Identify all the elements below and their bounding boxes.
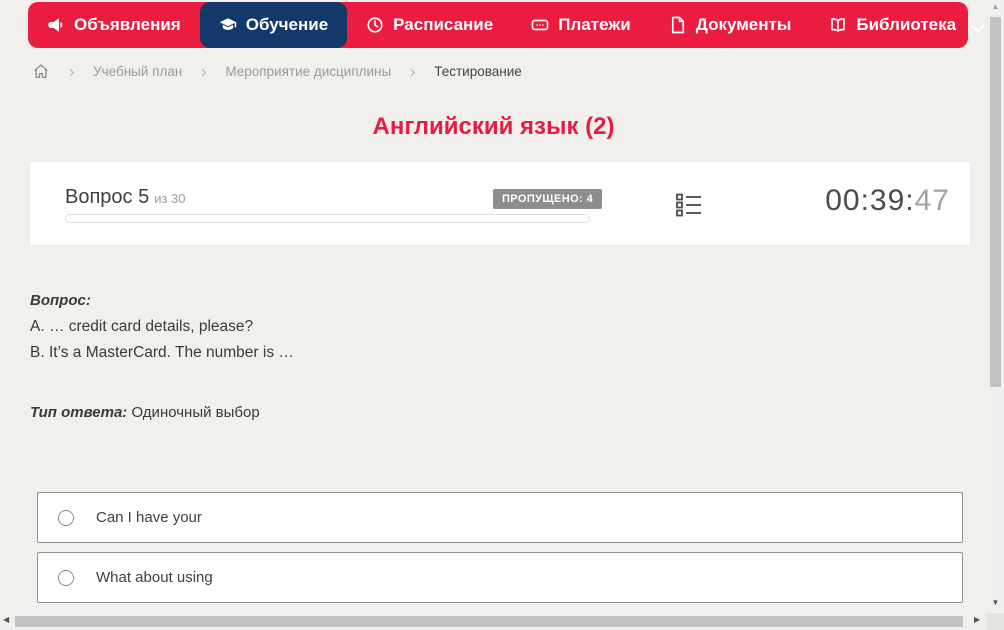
nav-item-label: Расписание bbox=[393, 15, 493, 35]
question-list-icon[interactable] bbox=[676, 193, 702, 217]
breadcrumb-item-curriculum[interactable]: Учебный план bbox=[93, 64, 182, 79]
answer-option-label: What about using bbox=[96, 569, 213, 586]
scroll-right-arrow-icon[interactable]: ▶ bbox=[974, 615, 980, 624]
nav-item-documents[interactable]: Документы bbox=[650, 2, 811, 48]
vertical-scrollbar-thumb[interactable] bbox=[990, 17, 1001, 387]
home-icon[interactable] bbox=[32, 62, 50, 80]
question-count-label: из 30 bbox=[154, 191, 185, 206]
question-header-panel: Вопрос 5 из 30 ПРОПУЩЕНО: 4 00:39:47 bbox=[30, 162, 970, 245]
megaphone-icon bbox=[47, 16, 65, 34]
question-number-label: Вопрос 5 bbox=[65, 186, 149, 208]
vertical-scrollbar[interactable]: ▲ ▼ bbox=[987, 0, 1004, 613]
chevron-right-icon bbox=[198, 66, 209, 77]
breadcrumb: Учебный план Мероприятие дисциплины Тест… bbox=[32, 62, 522, 80]
timer: 00:39:47 bbox=[825, 184, 950, 218]
question-dialog-line: A. … credit card details, please? bbox=[30, 318, 253, 336]
nav-item-label: Объявления bbox=[74, 15, 181, 35]
radio-button[interactable] bbox=[58, 510, 74, 526]
nav-item-library[interactable]: Библиотека bbox=[810, 2, 999, 48]
radio-button[interactable] bbox=[58, 570, 74, 586]
horizontal-scrollbar-thumb[interactable] bbox=[15, 616, 963, 627]
answer-type-value: Одиночный выбор bbox=[131, 404, 259, 421]
timer-hours-minutes: 00:39: bbox=[825, 184, 914, 217]
clock-icon bbox=[366, 16, 384, 34]
open-book-icon bbox=[829, 16, 847, 34]
chevron-right-icon bbox=[66, 66, 77, 77]
banknote-icon bbox=[531, 16, 549, 34]
nav-item-education[interactable]: Обучение bbox=[200, 2, 347, 48]
graduation-cap-icon bbox=[219, 16, 237, 34]
scroll-left-arrow-icon[interactable]: ◀ bbox=[3, 615, 9, 624]
page-title: Английский язык (2) bbox=[0, 113, 987, 141]
chevron-down-icon bbox=[969, 20, 980, 31]
question-progress-bar bbox=[65, 214, 590, 223]
scrollbar-corner bbox=[987, 613, 1004, 630]
chevron-right-icon bbox=[407, 66, 418, 77]
main-navbar: Объявления Обучение Расписание Платежи Д… bbox=[28, 2, 968, 48]
nav-item-label: Обучение bbox=[246, 15, 328, 35]
nav-item-payments[interactable]: Платежи bbox=[512, 2, 650, 48]
nav-item-label: Документы bbox=[696, 15, 792, 35]
document-icon bbox=[669, 16, 687, 34]
answer-option[interactable]: Can I have your bbox=[37, 492, 963, 543]
answer-type-label: Тип ответа: bbox=[30, 404, 127, 421]
skipped-badge: ПРОПУЩЕНО: 4 bbox=[493, 189, 602, 209]
breadcrumb-item-discipline-events[interactable]: Мероприятие дисциплины bbox=[225, 64, 391, 79]
scroll-up-arrow-icon[interactable]: ▲ bbox=[987, 2, 1004, 11]
nav-item-schedule[interactable]: Расписание bbox=[347, 2, 512, 48]
question-dialog-line: B. It’s a MasterCard. The number is … bbox=[30, 344, 294, 362]
answer-option[interactable]: What about using bbox=[37, 552, 963, 603]
student-portal-test-page: Объявления Обучение Расписание Платежи Д… bbox=[0, 0, 1004, 630]
question-number: Вопрос 5 из 30 bbox=[65, 186, 186, 209]
answer-option-label: Can I have your bbox=[96, 509, 202, 526]
scroll-down-arrow-icon[interactable]: ▼ bbox=[987, 598, 1004, 607]
question-prompt-heading: Вопрос: bbox=[30, 292, 91, 309]
breadcrumb-item-testing: Тестирование bbox=[434, 64, 522, 79]
nav-item-announcements[interactable]: Объявления bbox=[28, 2, 200, 48]
nav-item-label: Платежи bbox=[558, 15, 631, 35]
horizontal-scrollbar[interactable]: ◀ ▶ bbox=[0, 613, 987, 630]
timer-seconds: 47 bbox=[915, 184, 950, 217]
answer-type: Тип ответа: Одиночный выбор bbox=[30, 404, 260, 421]
nav-item-label: Библиотека bbox=[856, 15, 956, 35]
